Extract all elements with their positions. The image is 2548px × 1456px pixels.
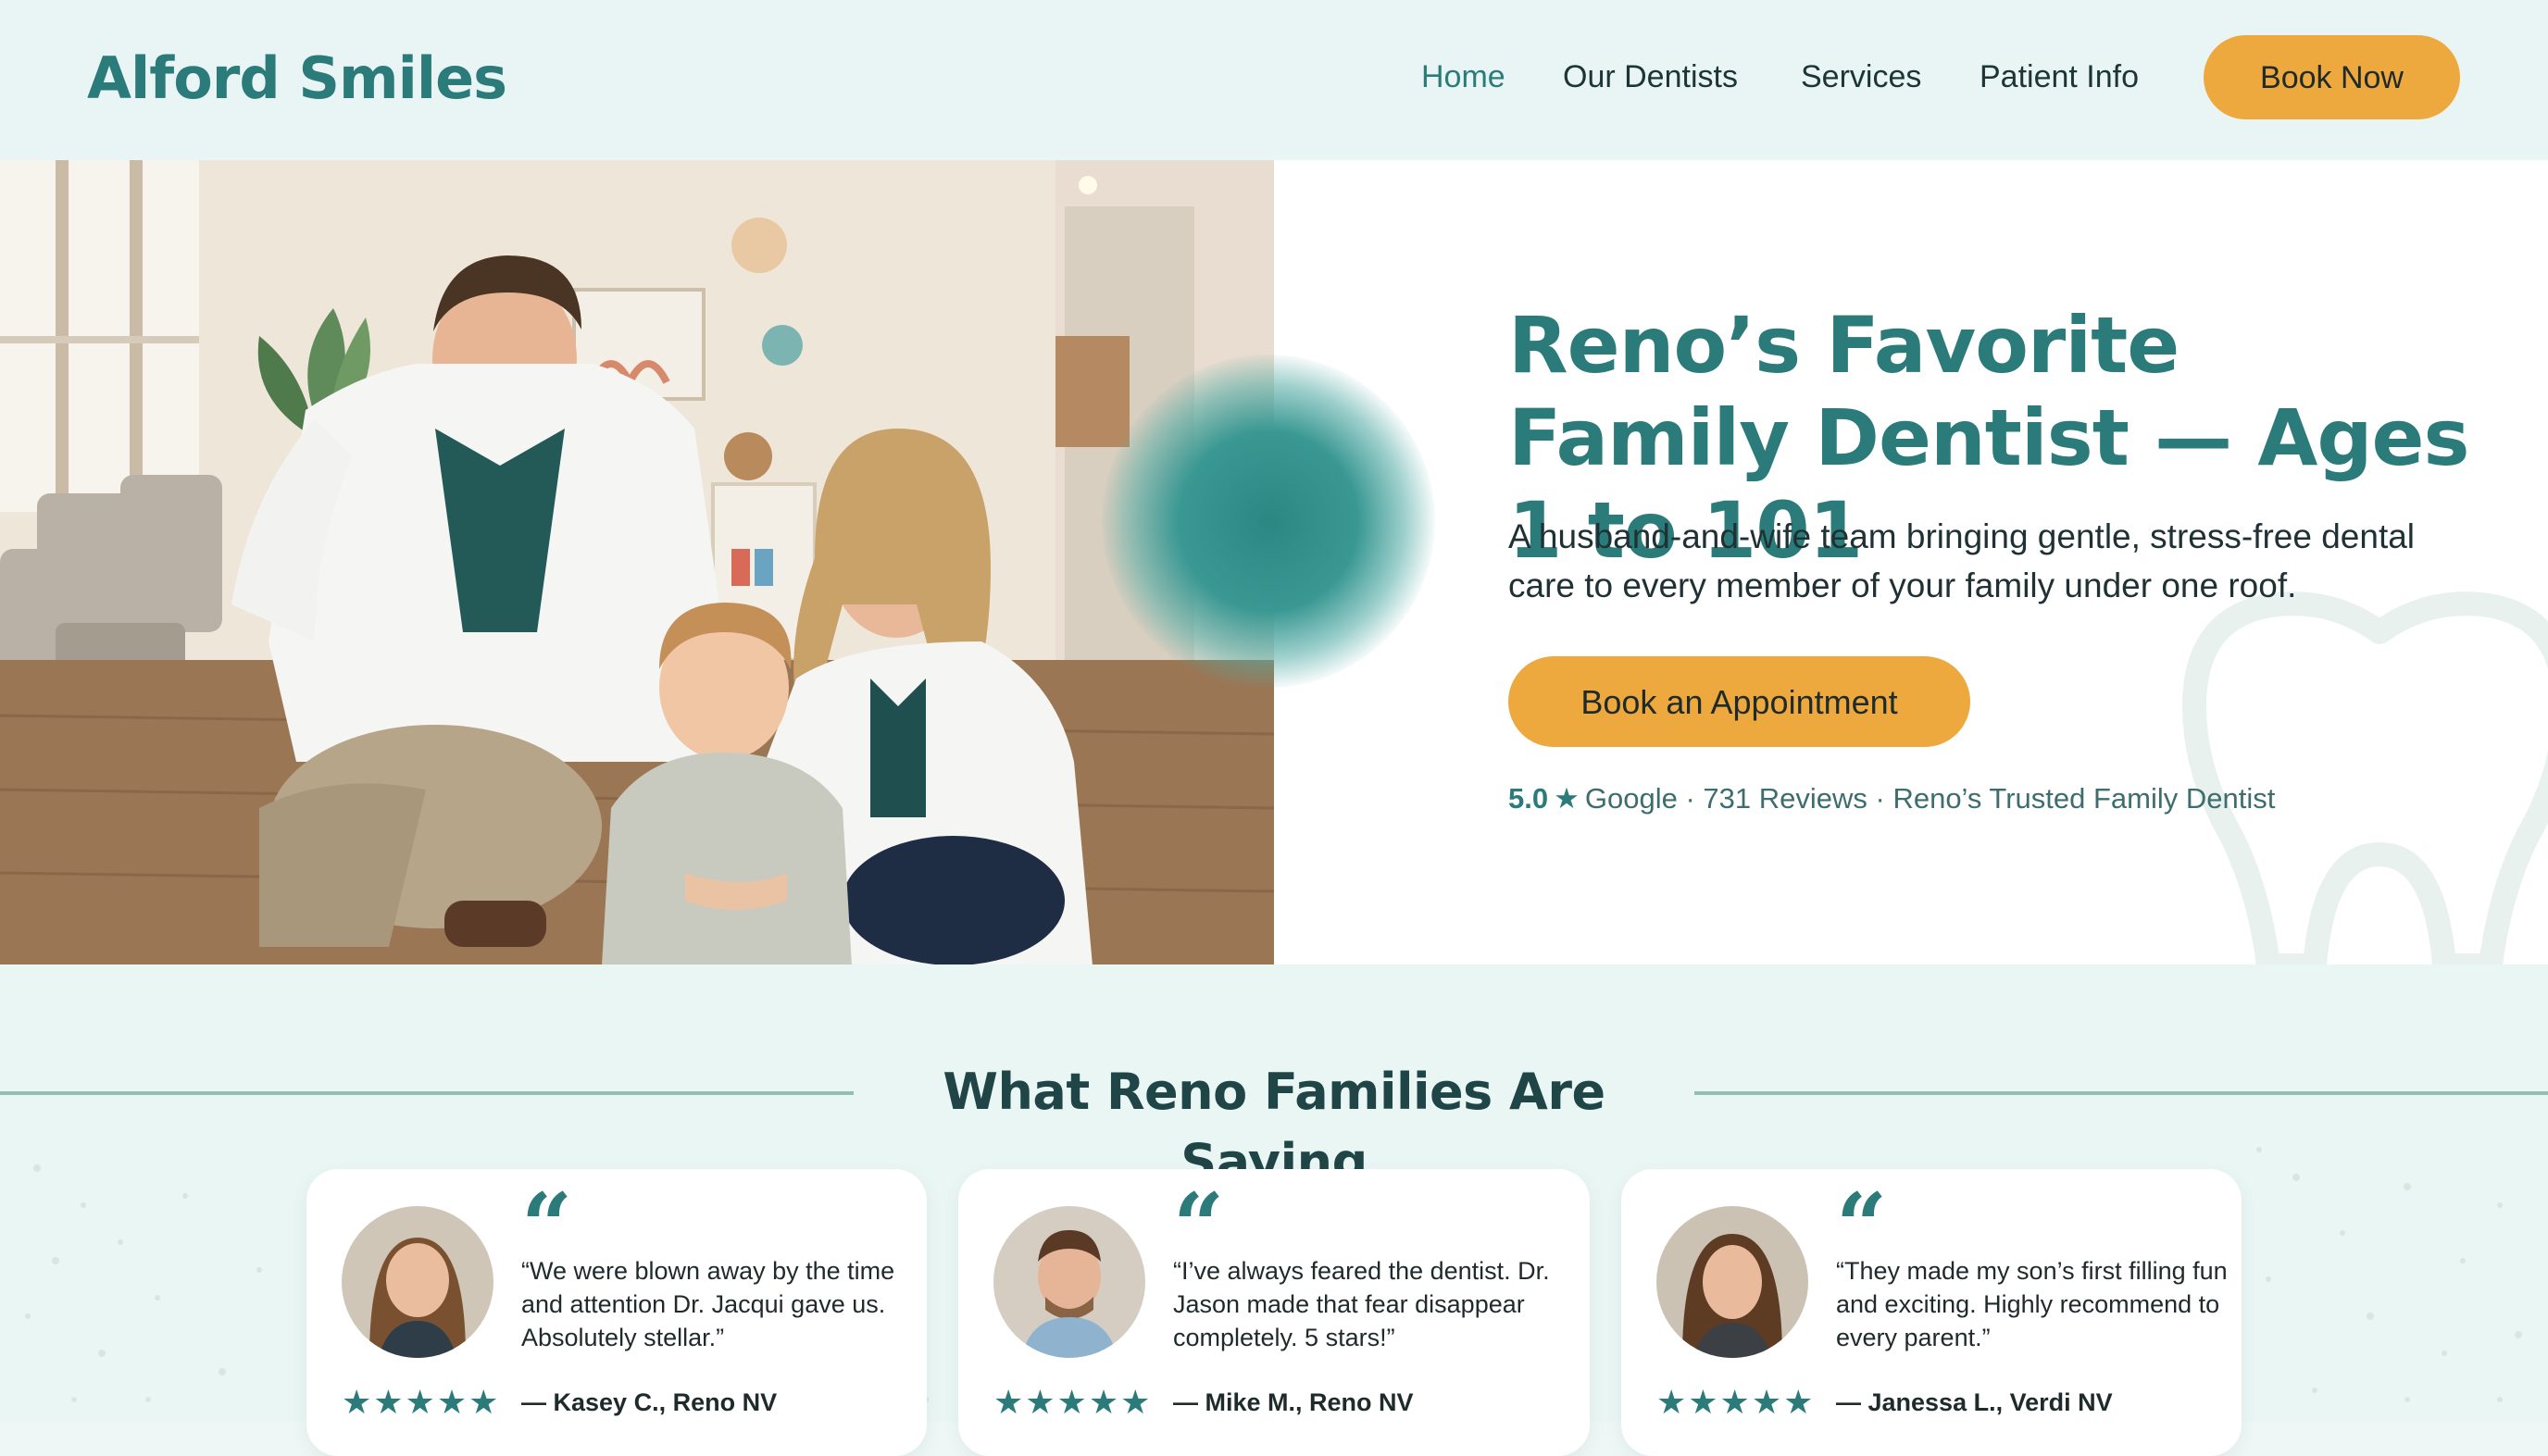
quote-icon: “ xyxy=(521,1174,573,1278)
nav-patient-info[interactable]: Patient Info xyxy=(1980,54,2139,100)
hero-section: Reno’s Favorite Family Dentist — Ages 1 … xyxy=(0,160,2548,964)
section-divider-left xyxy=(0,1091,854,1095)
testimonial-author: — Kasey C., Reno NV xyxy=(521,1388,778,1416)
book-now-button[interactable]: Book Now xyxy=(2204,35,2460,119)
testimonial-card: ★★★★★ “ “They made my son’s first fillin… xyxy=(1621,1169,2242,1456)
google-rating: 5.0 ★ Google · 731 Reviews · Reno’s Truste… xyxy=(1508,778,2275,819)
testimonial-quote: “They made my son’s first filling fun an… xyxy=(1836,1257,2228,1351)
star-rating: ★★★★★ xyxy=(993,1383,1153,1421)
site-header: Alford Smiles Home Our Dentists Services… xyxy=(0,0,2548,160)
nav-services[interactable]: Services xyxy=(1801,54,1921,100)
quote-icon: “ xyxy=(1836,1174,1888,1278)
testimonials-section: What Reno Families Are Saying ★★★★★ “ “W… xyxy=(0,964,2548,1456)
testimonial-quote: “I’ve always feared the dentist. Dr. Jas… xyxy=(1173,1257,1550,1351)
star-rating: ★★★★★ xyxy=(342,1383,501,1421)
rating-text: Google · 731 Reviews · Reno’s Trusted Fa… xyxy=(1584,782,2276,815)
decorative-teal-glow xyxy=(1102,355,1435,688)
star-rating: ★★★★★ xyxy=(1656,1383,1816,1421)
family-dentists-photo xyxy=(0,160,1274,964)
tooth-outline-icon xyxy=(2182,591,2548,964)
quote-icon: “ xyxy=(1173,1174,1225,1278)
clinic-scene-illustration xyxy=(0,160,1274,964)
star-icon: ★ xyxy=(1554,782,1580,815)
site-logo[interactable]: Alford Smiles xyxy=(87,39,507,118)
avatar xyxy=(1656,1206,1808,1358)
hero-subtitle: A husband-and-wife team bringing gentle,… xyxy=(1508,517,2416,604)
testimonials-title: What Reno Families Are Saying xyxy=(943,1063,1605,1191)
section-divider-right xyxy=(1694,1091,2548,1095)
book-appointment-button[interactable]: Book an Appointment xyxy=(1508,656,1970,747)
testimonial-author: — Janessa L., Verdi NV xyxy=(1836,1388,2113,1416)
testimonial-card: ★★★★★ “ “I’ve always feared the dentist.… xyxy=(958,1169,1590,1456)
rating-score: 5.0 xyxy=(1508,782,1549,815)
avatar xyxy=(993,1206,1145,1358)
testimonial-quote: “We were blown away by the time and atte… xyxy=(521,1257,895,1351)
testimonial-card: ★★★★★ “ “We were blown away by the time … xyxy=(306,1169,927,1456)
testimonial-author: — Mike M., Reno NV xyxy=(1173,1388,1414,1416)
nav-our-dentists[interactable]: Our Dentists xyxy=(1563,54,1738,100)
nav-home[interactable]: Home xyxy=(1421,54,1505,100)
avatar xyxy=(342,1206,493,1358)
